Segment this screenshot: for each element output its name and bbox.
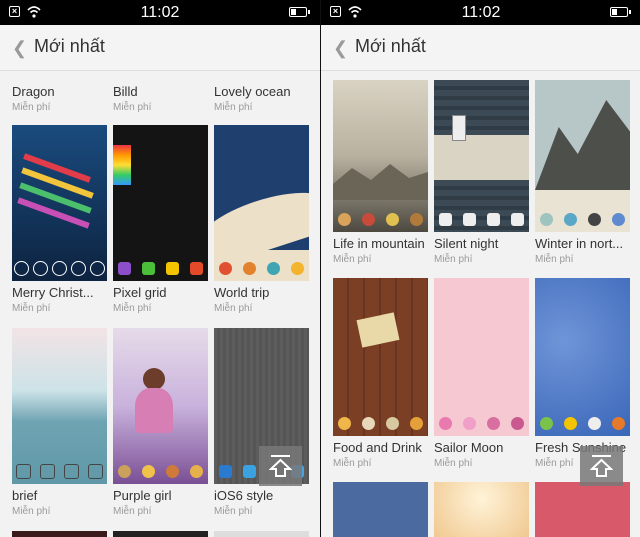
dock-icons [333,212,428,226]
theme-thumbnail[interactable] [333,80,428,232]
dock-icons [113,261,208,275]
theme-name: Dragon [12,84,55,99]
theme-name: World trip [214,285,270,300]
theme-card[interactable]: Sailor Moon Miễn phí [434,278,529,469]
theme-price: Miễn phí [333,458,372,469]
theme-thumbnail[interactable] [113,125,208,281]
scroll-to-top-button[interactable] [580,446,623,486]
theme-price: Miễn phí [12,506,51,517]
theme-price: Miễn phí [113,303,152,314]
theme-thumbnail[interactable] [12,531,107,537]
arrow-up-icon [590,455,613,477]
theme-thumbnail[interactable] [12,328,107,484]
theme-thumbnail[interactable] [333,278,428,436]
header: ❮ Mới nhất [321,25,640,71]
page-title: Mới nhất [34,36,105,56]
left-screen: × 11:02 ❮ Mới nhất Dragon Miễn phí Billd… [0,0,320,537]
theme-card[interactable]: World trip Miễn phí [214,125,309,314]
theme-price: Miễn phí [113,506,152,517]
dock-icons [434,212,529,226]
theme-name: iOS6 style [214,488,274,503]
theme-card-dragon[interactable]: Dragon Miễn phí [12,80,107,113]
theme-price: Miễn phí [12,303,51,314]
theme-thumbnail[interactable] [333,482,428,537]
battery-icon [289,7,310,17]
theme-card-lovely-ocean[interactable]: Lovely ocean Miễn phí [214,80,309,113]
theme-thumbnail[interactable] [12,125,107,281]
status-bar: × 11:02 [0,0,320,25]
dock-icons [333,416,428,430]
dock-icons [12,260,107,276]
theme-card[interactable]: Fresh Sunshine Miễn phí [535,278,630,469]
theme-name: Winter in nort... [535,236,624,251]
theme-price: Miễn phí [535,254,574,265]
theme-price: Miễn phí [113,102,152,113]
theme-price: Miễn phí [12,102,51,113]
dock-icons [535,212,630,226]
dock-icons [434,416,529,430]
page-title: Mới nhất [355,36,426,56]
theme-thumbnail[interactable] [214,531,309,537]
theme-price: Miễn phí [214,303,253,314]
theme-thumbnail[interactable] [535,80,630,232]
theme-card[interactable]: brief Miễn phí [12,328,107,517]
theme-thumbnail[interactable] [535,482,630,537]
dock-icons [535,416,630,430]
header: ❮ Mới nhất [0,25,320,71]
theme-thumbnail[interactable] [214,125,309,281]
theme-card[interactable]: Merry Christ... Miễn phí [12,125,107,314]
back-chevron-icon[interactable]: ❮ [333,38,348,59]
arrow-up-icon [269,455,292,477]
battery-icon [610,7,631,17]
theme-card[interactable]: iOS6 style Miễn phí [214,328,309,517]
theme-name: Life in mountain [333,236,425,251]
theme-name: Silent night [434,236,499,251]
theme-name: Sailor Moon [434,440,504,455]
dock-icons [113,464,208,478]
clock: 11:02 [461,4,501,21]
theme-thumbnail[interactable] [535,278,630,436]
theme-card[interactable]: Food and Drink Miễn phí [333,278,428,469]
theme-price: Miễn phí [214,506,253,517]
theme-name: Food and Drink [333,440,422,455]
theme-card-billd[interactable]: Billd Miễn phí [113,80,208,113]
theme-name: Lovely ocean [214,84,291,99]
theme-thumbnail[interactable] [434,278,529,436]
theme-price: Miễn phí [434,254,473,265]
theme-card[interactable]: Life in mountain Miễn phí [333,80,428,265]
theme-name: Merry Christ... [12,285,94,300]
theme-thumbnail[interactable] [113,328,208,484]
theme-thumbnail[interactable] [113,531,208,537]
theme-card[interactable]: Purple girl Miễn phí [113,328,208,517]
dock-icons [12,463,107,479]
theme-name: Billd [113,84,138,99]
theme-price: Miễn phí [333,254,372,265]
clock: 11:02 [140,4,180,21]
dock-icons [214,261,309,275]
theme-thumbnail[interactable] [434,482,529,537]
theme-name: brief [12,488,38,503]
theme-price: Miễn phí [434,458,473,469]
right-screen: × 11:02 ❮ Mới nhất Life in mountain Miễn… [321,0,640,537]
theme-card[interactable]: Winter in nort... Miễn phí [535,80,630,265]
theme-card[interactable]: Pixel grid Miễn phí [113,125,208,314]
status-bar: × 11:02 [321,0,640,25]
theme-name: Purple girl [113,488,172,503]
theme-price: Miễn phí [214,102,253,113]
theme-thumbnail[interactable] [434,80,529,232]
theme-card[interactable]: Silent night Miễn phí [434,80,529,265]
theme-name: Pixel grid [113,285,167,300]
scroll-to-top-button[interactable] [259,446,302,486]
back-chevron-icon[interactable]: ❮ [12,38,27,59]
